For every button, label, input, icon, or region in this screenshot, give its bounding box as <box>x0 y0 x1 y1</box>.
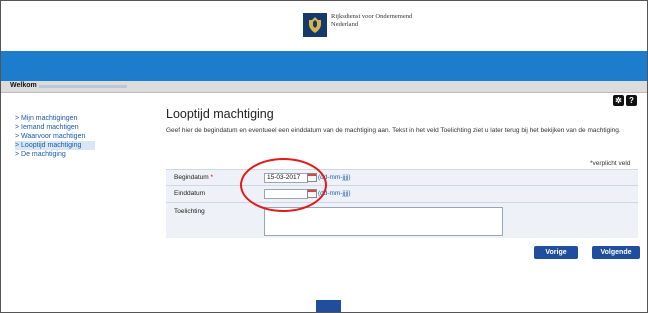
toolbar-icons: ✲ ? <box>613 95 637 106</box>
date-form: Begindatum * 15-03-2017 (dd-mm-jjjj) Ein… <box>166 169 638 238</box>
begindatum-label: Begindatum * <box>174 174 214 181</box>
einddatum-label: Einddatum <box>174 190 206 197</box>
header: Rijksdienst voor Ondernemend Nederland <box>1 1 647 50</box>
org-name-line2: Nederland <box>331 21 359 28</box>
footer-block <box>316 300 341 312</box>
next-button[interactable]: Volgende <box>592 246 640 259</box>
page-description: Geef hier de begindatum en eventueel een… <box>166 127 621 134</box>
brand-bar <box>1 51 647 81</box>
sidebar-item-iemand-machtigen[interactable]: > Iemand machtigen <box>15 123 95 132</box>
row-begindatum: Begindatum * 15-03-2017 (dd-mm-jjjj) <box>166 170 638 186</box>
toelichting-textarea[interactable] <box>264 207 503 236</box>
help-icon[interactable]: ? <box>626 95 637 106</box>
toelichting-label: Toelichting <box>174 208 205 215</box>
welcome-label: Welkom <box>10 82 37 89</box>
rvo-logo: Rijksdienst voor Ondernemend Nederland <box>303 13 412 37</box>
sidebar-item-looptijd-machtiging[interactable]: > Looptijd machtiging <box>15 141 96 150</box>
org-name-line1: Rijksdienst voor Ondernemend <box>331 13 413 20</box>
sidebar-item-mijn-machtigingen[interactable]: > Mijn machtigingen <box>15 114 95 123</box>
gear-icon[interactable]: ✲ <box>613 95 624 106</box>
previous-button[interactable]: Vorige <box>534 246 578 259</box>
welcome-bar: Welkom <box>1 81 647 93</box>
sidebar-item-waarvoor-machtigen[interactable]: > Waarvoor machtigen <box>15 132 95 141</box>
welcome-username-redacted <box>39 85 127 88</box>
page-title: Looptijd machtiging <box>166 107 274 121</box>
required-field-note: *verplicht veld <box>590 160 631 167</box>
row-einddatum: Einddatum (dd-mm-jjjj) <box>166 185 638 203</box>
highlight-circle-annotation <box>240 158 327 212</box>
sidebar-item-de-machtiging[interactable]: > De machtiging <box>15 150 95 159</box>
crest-icon <box>303 13 327 37</box>
sidebar-nav: > Mijn machtigingen > Iemand machtigen >… <box>15 114 96 159</box>
